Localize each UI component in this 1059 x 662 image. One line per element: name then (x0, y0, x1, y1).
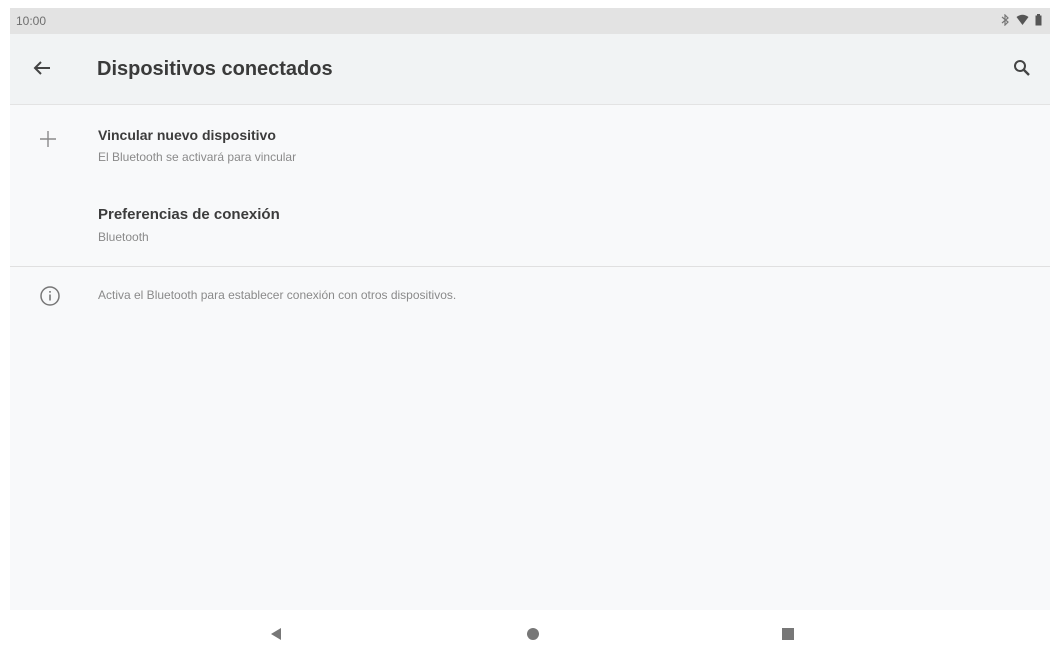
bluetooth-icon (1000, 13, 1010, 29)
info-row: Activa el Bluetooth para establecer cone… (10, 278, 1050, 318)
pair-new-device-subtitle: El Bluetooth se activará para vincular (98, 150, 297, 164)
navigation-bar (0, 610, 1059, 662)
battery-icon (1035, 14, 1042, 29)
status-time: 10:00 (16, 14, 47, 28)
settings-screen: 10:00 Dispositivos conectados Vincular n… (10, 8, 1050, 610)
home-circle-icon (525, 626, 541, 647)
connection-preferences-title: Preferencias de conexión (98, 206, 280, 223)
back-button[interactable] (28, 56, 56, 84)
info-text: Activa el Bluetooth para establecer cone… (98, 288, 457, 302)
info-icon (39, 285, 61, 307)
page-title: Dispositivos conectados (97, 58, 333, 80)
connection-preferences-subtitle: Bluetooth (98, 230, 149, 244)
pair-new-device-item[interactable]: Vincular nuevo dispositivo El Bluetooth … (10, 105, 1050, 185)
nav-back-button[interactable] (264, 624, 288, 648)
search-icon (1013, 59, 1031, 82)
arrow-back-icon (33, 60, 51, 81)
nav-home-button[interactable] (521, 624, 545, 648)
status-icons (1000, 13, 1042, 29)
plus-icon (36, 127, 60, 151)
nav-recents-button[interactable] (776, 624, 800, 648)
recents-square-icon (780, 626, 796, 647)
pair-new-device-title: Vincular nuevo dispositivo (98, 127, 276, 143)
wifi-icon (1016, 14, 1029, 29)
status-bar: 10:00 (10, 8, 1050, 34)
app-bar: Dispositivos conectados (10, 34, 1050, 105)
back-triangle-icon (269, 626, 283, 647)
search-button[interactable] (1008, 56, 1036, 84)
divider (10, 266, 1050, 267)
connection-preferences-item[interactable]: Preferencias de conexión Bluetooth (10, 185, 1050, 265)
settings-list: Vincular nuevo dispositivo El Bluetooth … (10, 105, 1050, 265)
